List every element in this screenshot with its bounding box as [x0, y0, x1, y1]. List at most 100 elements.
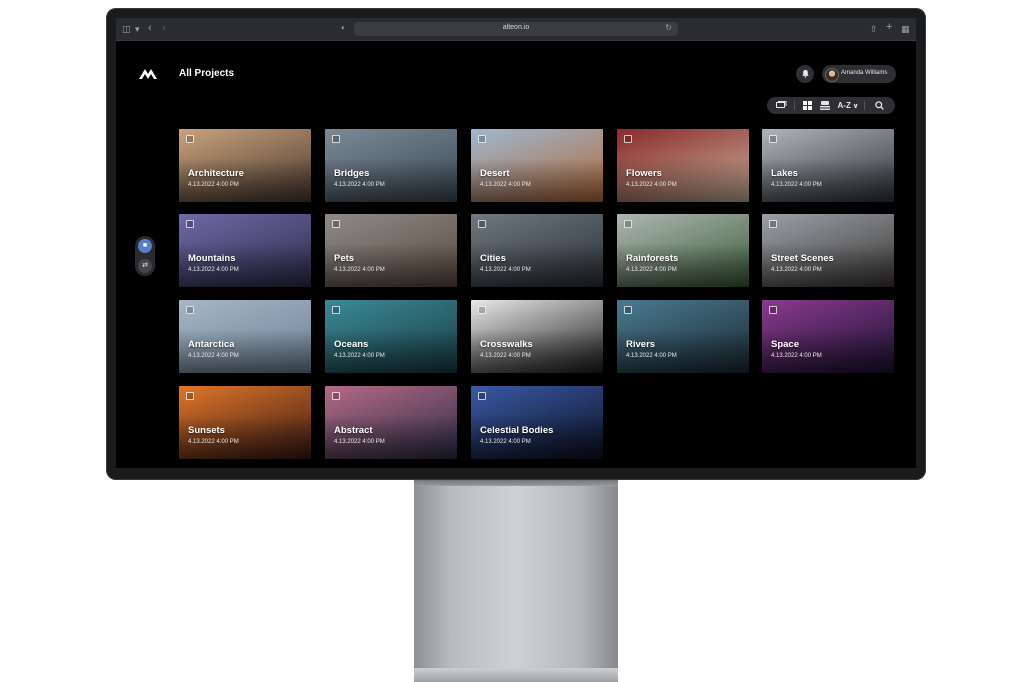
- card-overlay: [325, 158, 457, 202]
- sidebar-toggle-icon[interactable]: ◫: [122, 23, 131, 35]
- select-checkbox[interactable]: [332, 135, 340, 143]
- share-icon[interactable]: ⇧: [870, 23, 878, 35]
- mountain-logo-icon[interactable]: [138, 66, 158, 80]
- search-icon[interactable]: [871, 97, 887, 114]
- project-date: 4.13.2022 4:00 PM: [771, 267, 822, 273]
- select-checkbox[interactable]: [332, 306, 340, 314]
- reload-icon[interactable]: ↻: [665, 23, 672, 32]
- project-date: 4.13.2022 4:00 PM: [480, 182, 531, 188]
- avatar: [825, 68, 839, 82]
- card-overlay: [325, 329, 457, 373]
- address-bar[interactable]: alteon.io ↻: [354, 22, 678, 36]
- project-name: Antarctica: [188, 339, 235, 350]
- project-date: 4.13.2022 4:00 PM: [334, 353, 385, 359]
- project-card[interactable]: Celestial Bodies 4.13.2022 4:00 PM: [471, 386, 603, 459]
- slideshow-icon[interactable]: [773, 97, 789, 114]
- card-overlay: [179, 415, 311, 459]
- project-date: 4.13.2022 4:00 PM: [771, 353, 822, 359]
- user-menu-button[interactable]: Amanda Williams: [822, 65, 896, 83]
- chevron-down-icon: ∨: [850, 103, 859, 110]
- card-overlay: [471, 243, 603, 287]
- select-checkbox[interactable]: [186, 220, 194, 228]
- card-overlay: [617, 243, 749, 287]
- project-card[interactable]: Oceans 4.13.2022 4:00 PM: [325, 300, 457, 373]
- project-name: Architecture: [188, 168, 244, 179]
- project-card[interactable]: Bridges 4.13.2022 4:00 PM: [325, 129, 457, 202]
- select-checkbox[interactable]: [186, 135, 194, 143]
- select-checkbox[interactable]: [624, 135, 632, 143]
- project-date: 4.13.2022 4:00 PM: [188, 182, 239, 188]
- project-name: Street Scenes: [771, 253, 834, 264]
- project-card[interactable]: Lakes 4.13.2022 4:00 PM: [762, 129, 894, 202]
- select-checkbox[interactable]: [478, 220, 486, 228]
- select-checkbox[interactable]: [769, 306, 777, 314]
- card-overlay: [471, 158, 603, 202]
- chevron-down-icon[interactable]: ▾: [135, 23, 140, 35]
- card-overlay: [762, 329, 894, 373]
- project-name: Celestial Bodies: [480, 425, 554, 436]
- project-date: 4.13.2022 4:00 PM: [334, 439, 385, 445]
- project-name: Rivers: [626, 339, 656, 350]
- project-date: 4.13.2022 4:00 PM: [334, 182, 385, 188]
- project-card[interactable]: Rivers 4.13.2022 4:00 PM: [617, 300, 749, 373]
- project-date: 4.13.2022 4:00 PM: [480, 353, 531, 359]
- project-card[interactable]: Space 4.13.2022 4:00 PM: [762, 300, 894, 373]
- select-checkbox[interactable]: [186, 306, 194, 314]
- select-checkbox[interactable]: [332, 392, 340, 400]
- tab-overview-icon[interactable]: ▦: [901, 23, 910, 35]
- project-name: Space: [771, 339, 799, 350]
- forward-icon[interactable]: ›: [162, 22, 166, 34]
- card-overlay: [471, 329, 603, 373]
- project-card[interactable]: Street Scenes 4.13.2022 4:00 PM: [762, 214, 894, 287]
- select-checkbox[interactable]: [769, 135, 777, 143]
- project-name: Bridges: [334, 168, 370, 179]
- sort-dropdown[interactable]: A-Z ∨: [837, 97, 859, 114]
- monitor-stand: [414, 476, 618, 672]
- card-overlay: [179, 158, 311, 202]
- card-overlay: [762, 243, 894, 287]
- select-checkbox[interactable]: [478, 135, 486, 143]
- project-card[interactable]: Antarctica 4.13.2022 4:00 PM: [179, 300, 311, 373]
- project-name: Desert: [480, 168, 510, 179]
- project-card[interactable]: Sunsets 4.13.2022 4:00 PM: [179, 386, 311, 459]
- project-card[interactable]: Rainforests 4.13.2022 4:00 PM: [617, 214, 749, 287]
- select-checkbox[interactable]: [186, 392, 194, 400]
- view-toolbar: A-Z ∨: [767, 97, 895, 114]
- project-card[interactable]: Abstract 4.13.2022 4:00 PM: [325, 386, 457, 459]
- projects-nav-icon[interactable]: ■: [138, 239, 152, 253]
- select-checkbox[interactable]: [332, 220, 340, 228]
- shared-nav-icon[interactable]: ⇄: [138, 259, 152, 273]
- project-name: Oceans: [334, 339, 369, 350]
- list-view-icon[interactable]: [817, 97, 833, 114]
- select-checkbox[interactable]: [624, 306, 632, 314]
- project-card[interactable]: Pets 4.13.2022 4:00 PM: [325, 214, 457, 287]
- new-tab-icon[interactable]: +: [886, 21, 892, 33]
- project-name: Lakes: [771, 168, 798, 179]
- select-checkbox[interactable]: [769, 220, 777, 228]
- project-date: 4.13.2022 4:00 PM: [626, 267, 677, 273]
- project-card[interactable]: Cities 4.13.2022 4:00 PM: [471, 214, 603, 287]
- project-card[interactable]: Crosswalks 4.13.2022 4:00 PM: [471, 300, 603, 373]
- project-card[interactable]: Architecture 4.13.2022 4:00 PM: [179, 129, 311, 202]
- bell-icon[interactable]: [796, 65, 814, 83]
- project-name: Pets: [334, 253, 355, 264]
- back-icon[interactable]: ‹: [148, 22, 152, 34]
- browser-toolbar: ◫ ▾ ‹ › ◐ alteon.io ↻ ⇧ + ▦: [116, 18, 916, 41]
- privacy-shield-icon[interactable]: ◐: [341, 23, 346, 32]
- grid-view-icon[interactable]: [799, 97, 815, 114]
- url-text: alteon.io: [502, 24, 530, 31]
- select-checkbox[interactable]: [478, 306, 486, 314]
- card-overlay: [325, 415, 457, 459]
- side-rail: ■ ⇄: [135, 236, 155, 276]
- project-date: 4.13.2022 4:00 PM: [626, 353, 677, 359]
- project-date: 4.13.2022 4:00 PM: [771, 182, 822, 188]
- project-card[interactable]: Mountains 4.13.2022 4:00 PM: [179, 214, 311, 287]
- project-date: 4.13.2022 4:00 PM: [334, 267, 385, 273]
- project-date: 4.13.2022 4:00 PM: [188, 439, 239, 445]
- sort-label: A-Z: [837, 101, 851, 110]
- project-card[interactable]: Flowers 4.13.2022 4:00 PM: [617, 129, 749, 202]
- user-name: Amanda Williams: [841, 70, 888, 76]
- project-card[interactable]: Desert 4.13.2022 4:00 PM: [471, 129, 603, 202]
- select-checkbox[interactable]: [624, 220, 632, 228]
- select-checkbox[interactable]: [478, 392, 486, 400]
